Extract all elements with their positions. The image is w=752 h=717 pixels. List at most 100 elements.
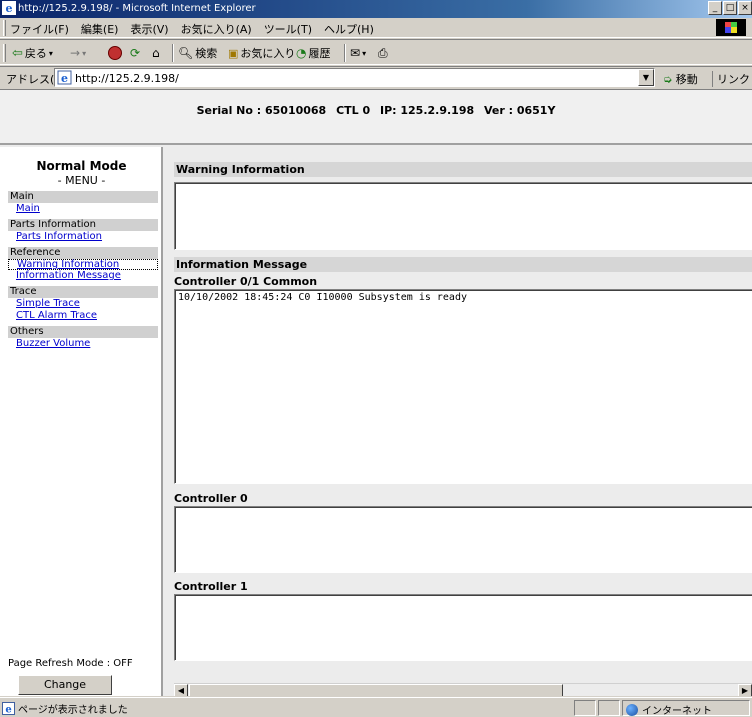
- menu-view[interactable]: 表示(V): [130, 21, 168, 37]
- dropdown-arrow-icon: ▾: [82, 48, 87, 58]
- svg-text:e: e: [6, 2, 13, 15]
- link-warning-information[interactable]: Warning Information: [8, 259, 158, 270]
- search-icon: 🔍︎: [178, 46, 194, 60]
- controller-1-header: Controller 1: [174, 580, 248, 593]
- address-bar: アドレス(D) e http://125.2.9.198/ ▼ ➭ 移動 リンク…: [0, 66, 752, 88]
- link-parts-information[interactable]: Parts Information: [8, 231, 158, 243]
- minimize-button[interactable]: _: [708, 1, 722, 15]
- print-icon: ⎙: [378, 45, 388, 60]
- zone-label: インターネット: [642, 706, 712, 717]
- browser-window: e http://125.2.9.198/ - Microsoft Intern…: [0, 0, 752, 717]
- window-title: http://125.2.9.198/ - Microsoft Internet…: [18, 3, 256, 14]
- warning-information-box[interactable]: [174, 182, 752, 250]
- link-main[interactable]: Main: [8, 203, 158, 215]
- section-reference: Reference: [8, 247, 158, 259]
- controller-1-box[interactable]: [174, 594, 752, 661]
- page-icon: e: [57, 70, 72, 85]
- menu: Main Main Parts Information Parts Inform…: [8, 191, 158, 350]
- menu-tools[interactable]: ツール(T): [264, 21, 312, 37]
- refresh-mode-label: Page Refresh Mode : OFF: [8, 658, 133, 669]
- scroll-left-button[interactable]: ◀: [174, 684, 188, 696]
- home-icon: ⌂: [152, 46, 160, 60]
- ip-address: IP: 125.2.9.198: [379, 104, 475, 117]
- section-trace: Trace: [8, 286, 158, 298]
- mail-icon: ✉: [350, 46, 361, 60]
- stop-icon: [108, 46, 122, 60]
- dropdown-arrow-icon: ▾: [362, 48, 367, 58]
- favorites-button[interactable]: ▣ お気に入り: [228, 44, 295, 62]
- go-arrow-icon: ➭: [663, 73, 673, 86]
- forward-arrow-icon: →: [70, 46, 81, 60]
- status-text: ページが表示されました: [18, 705, 128, 716]
- mail-button[interactable]: ✉ ▾: [350, 44, 366, 62]
- firmware-version: Ver : 0651Y: [483, 104, 556, 117]
- address-url: http://125.2.9.198/: [75, 72, 179, 85]
- scroll-right-button[interactable]: ▶: [738, 684, 752, 696]
- link-buzzer-volume[interactable]: Buzzer Volume: [8, 338, 158, 350]
- address-input[interactable]: e http://125.2.9.198/ ▼: [54, 68, 655, 87]
- maximize-button[interactable]: □: [723, 1, 737, 15]
- serial-number: Serial No : 65010068: [196, 104, 327, 117]
- common-message: 10/10/2002 18:45:24 C0 I10000 Subsystem …: [178, 292, 467, 303]
- warning-information-header: Warning Information: [174, 162, 752, 177]
- status-cell: [598, 700, 620, 716]
- mode-title: Normal Mode: [36, 159, 127, 173]
- refresh-icon: ⟳: [130, 46, 141, 60]
- security-zone: インターネット: [626, 702, 712, 717]
- refresh-button[interactable]: ⟳: [130, 44, 140, 62]
- link-ctl-alarm-trace[interactable]: CTL Alarm Trace: [8, 310, 158, 322]
- status-text-area: e ページが表示されました: [2, 701, 128, 716]
- scroll-thumb[interactable]: [189, 684, 563, 696]
- address-dropdown-button[interactable]: ▼: [638, 69, 654, 86]
- menu-bar: ファイル(F) 編集(E) 表示(V) お気に入り(A) ツール(T) ヘルプ(…: [0, 18, 752, 38]
- back-arrow-icon: ⇦: [12, 45, 23, 61]
- history-label: 履歴: [308, 47, 331, 60]
- search-label: 検索: [195, 47, 218, 60]
- header-frame: Serial No : 65010068 CTL 0 IP: 125.2.9.1…: [0, 90, 752, 145]
- ie-logo-icon: e: [2, 1, 16, 15]
- menubar-grip[interactable]: [3, 20, 6, 36]
- home-button[interactable]: ⌂: [152, 44, 160, 62]
- links-button[interactable]: リンク »: [712, 71, 752, 87]
- search-button[interactable]: 🔍︎ 検索: [178, 44, 217, 62]
- back-label: 戻る: [24, 47, 47, 60]
- menu-favorites[interactable]: お気に入り(A): [181, 21, 252, 37]
- ctl-number: CTL 0: [336, 104, 371, 117]
- controller-common-header: Controller 0/1 Common: [174, 275, 318, 288]
- content-frame: Warning Information Information Message …: [165, 147, 752, 696]
- internet-globe-icon: [626, 703, 638, 716]
- section-others: Others: [8, 326, 158, 338]
- link-information-message[interactable]: Information Message: [8, 270, 158, 282]
- menu-edit[interactable]: 編集(E): [81, 21, 119, 37]
- menu-help[interactable]: ヘルプ(H): [324, 21, 374, 37]
- back-button[interactable]: ⇦ 戻る ▾: [12, 44, 53, 62]
- windows-logo-icon: [716, 19, 746, 36]
- page-done-icon: e: [2, 702, 15, 715]
- status-cell: [574, 700, 596, 716]
- print-button[interactable]: ⎙: [378, 44, 388, 62]
- stop-button[interactable]: [108, 44, 122, 62]
- controller-0-header: Controller 0: [174, 492, 248, 505]
- title-bar: e http://125.2.9.198/ - Microsoft Intern…: [0, 0, 752, 18]
- go-button[interactable]: ➭ 移動: [663, 71, 698, 87]
- history-icon: ◔: [296, 46, 307, 60]
- controller-0-box[interactable]: [174, 506, 752, 573]
- horizontal-scrollbar[interactable]: ◀ ▶: [174, 683, 752, 696]
- device-info: Serial No : 65010068 CTL 0 IP: 125.2.9.1…: [0, 104, 752, 117]
- section-main: Main: [8, 191, 158, 203]
- section-parts-information: Parts Information: [8, 219, 158, 231]
- status-bar: e ページが表示されました インターネット: [0, 697, 752, 717]
- go-label: 移動: [675, 73, 698, 86]
- history-button[interactable]: ◔ 履歴: [296, 44, 330, 62]
- change-button[interactable]: Change: [18, 675, 112, 695]
- close-button[interactable]: ×: [738, 1, 752, 15]
- controller-common-box[interactable]: 10/10/2002 18:45:24 C0 I10000 Subsystem …: [174, 289, 752, 484]
- menu-file[interactable]: ファイル(F): [10, 21, 69, 37]
- menu-title: - MENU -: [57, 174, 106, 187]
- svg-text:e: e: [61, 72, 68, 85]
- favorites-icon: ▣: [228, 46, 239, 60]
- forward-button[interactable]: → ▾: [70, 44, 86, 62]
- toolbar-grip[interactable]: [3, 44, 6, 62]
- page-content: Serial No : 65010068 CTL 0 IP: 125.2.9.1…: [0, 89, 752, 696]
- link-simple-trace[interactable]: Simple Trace: [8, 298, 158, 310]
